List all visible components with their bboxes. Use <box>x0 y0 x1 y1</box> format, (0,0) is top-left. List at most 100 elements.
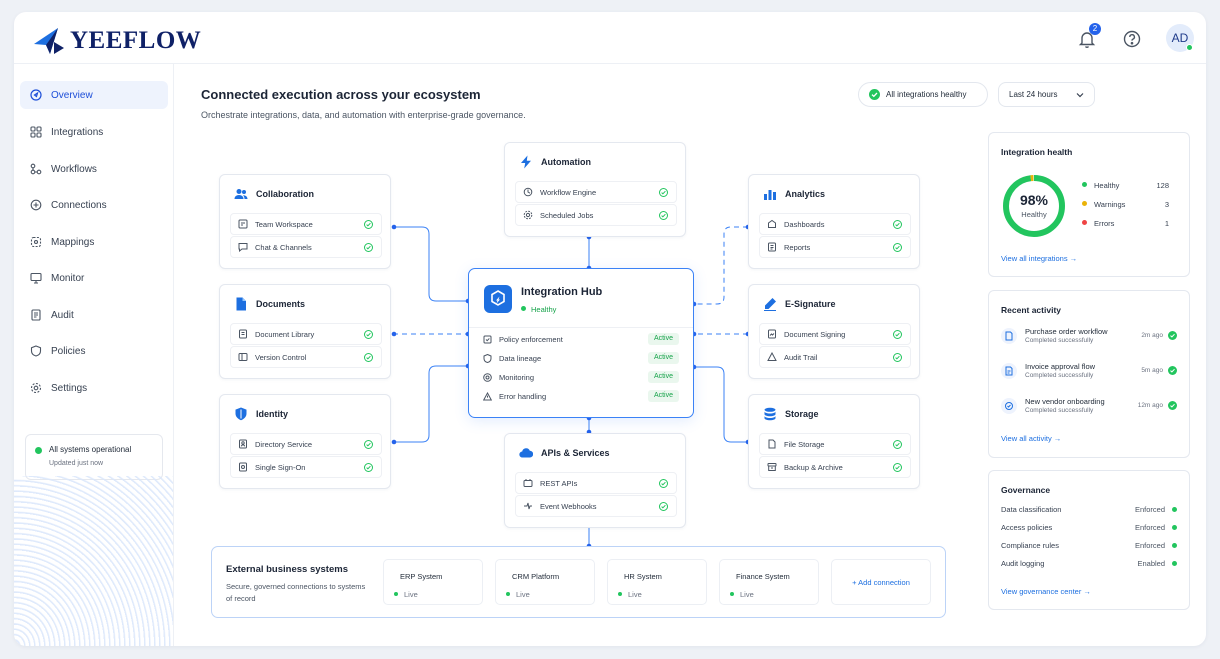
integration-hub-card[interactable]: Integration Hub Healthy Policy enforceme… <box>468 268 694 418</box>
analytics-card[interactable]: Analytics Dashboards Reports <box>748 174 920 269</box>
governance-item: Audit logging Enabled <box>1001 559 1179 568</box>
service-row[interactable]: REST APIs <box>515 472 677 494</box>
policy-icon <box>483 335 492 344</box>
sidebar-item-audit[interactable]: Audit <box>20 301 168 329</box>
identity-card[interactable]: Identity Directory Service Single Sign-O… <box>219 394 391 489</box>
sidebar-item-integrations[interactable]: Integrations <box>20 118 168 146</box>
sidebar-item-label: Overview <box>51 89 93 101</box>
system-card-erp[interactable]: ERP System Live <box>383 559 483 605</box>
row-label: Version Control <box>255 352 307 362</box>
sidebar-item-settings[interactable]: Settings <box>20 374 168 402</box>
add-connection-button[interactable]: + Add connection <box>831 559 931 605</box>
service-row[interactable]: Chat & Channels <box>230 236 382 258</box>
sidebar-item-label: Settings <box>51 382 88 394</box>
check-icon <box>659 479 668 488</box>
service-row[interactable]: Scheduled Jobs <box>515 204 677 226</box>
check-circle-icon <box>1168 331 1177 340</box>
version-icon <box>238 353 248 361</box>
governance-item: Access policies Enforced <box>1001 523 1179 532</box>
audit-trail-icon <box>767 352 777 361</box>
sidebar-item-mappings[interactable]: Mappings <box>20 228 168 256</box>
monitor-icon <box>30 272 42 284</box>
view-governance-center-link[interactable]: View governance center → <box>1001 587 1091 596</box>
automation-card[interactable]: Automation Workflow Engine Scheduled Job… <box>504 142 686 237</box>
time-range-select[interactable]: Last 24 hours <box>998 82 1095 107</box>
card-title: Automation <box>541 157 591 167</box>
warning-icon <box>483 392 492 401</box>
workflows-icon <box>30 163 42 175</box>
system-card-finance[interactable]: Finance System Live <box>719 559 819 605</box>
activity-item[interactable]: Purchase order workflow Completed succes… <box>1001 325 1181 351</box>
help-icon[interactable] <box>1122 29 1142 49</box>
row-label: Directory Service <box>255 439 313 449</box>
governance-value: Enforced <box>1134 505 1165 514</box>
documents-card[interactable]: Documents Document Library Version Contr… <box>219 284 391 379</box>
service-row[interactable]: Reports <box>759 236 911 258</box>
service-row[interactable]: Version Control <box>230 346 382 368</box>
sidebar-item-connections[interactable]: Connections <box>20 191 168 219</box>
view-all-integrations-link[interactable]: View all integrations → <box>1001 254 1077 263</box>
legend-value: 128 <box>1156 181 1169 190</box>
time-range-value: Last 24 hours <box>1009 90 1058 99</box>
sidebar-item-policies[interactable]: Policies <box>20 337 168 365</box>
brand-logo[interactable]: YEEFLOW <box>32 26 201 56</box>
sidebar-item-label: Integrations <box>51 126 104 138</box>
system-card-hr[interactable]: HR System Live <box>607 559 707 605</box>
governance-label: Access policies <box>1001 523 1053 532</box>
check-icon <box>364 440 373 449</box>
sidebar-item-label: Connections <box>51 199 107 211</box>
audit-icon <box>31 309 41 321</box>
activity-status: Completed successfully <box>1025 407 1094 414</box>
health-status-pill[interactable]: All integrations healthy <box>858 82 988 107</box>
governance-label: Compliance rules <box>1001 541 1059 550</box>
service-row[interactable]: File Storage <box>759 433 911 455</box>
service-row[interactable]: Team Workspace <box>230 213 382 235</box>
shield-icon <box>235 407 247 421</box>
service-row[interactable]: Audit Trail <box>759 346 911 368</box>
users-icon <box>234 189 248 199</box>
service-row[interactable]: Document Signing <box>759 323 911 345</box>
sidebar-item-monitor[interactable]: Monitor <box>20 264 168 292</box>
check-icon <box>659 502 668 511</box>
governance-panel: Governance Data classification Enforced … <box>988 470 1190 610</box>
legend-dot <box>1082 182 1087 187</box>
hub-row-label: Error handling <box>499 392 547 401</box>
service-row[interactable]: Single Sign-On <box>230 456 382 478</box>
service-row[interactable]: Event Webhooks <box>515 495 677 517</box>
brand-name: YEEFLOW <box>70 27 202 54</box>
system-card-crm[interactable]: CRM Platform Live <box>495 559 595 605</box>
storage-card[interactable]: Storage File Storage Backup & Archive <box>748 394 920 489</box>
legend-healthy: Healthy 128 <box>1082 181 1169 190</box>
card-title: E-Signature <box>785 299 836 309</box>
panel-title: Governance <box>1001 485 1051 495</box>
hub-capability-row[interactable]: Error handling Active <box>483 388 679 405</box>
bar-chart-icon <box>764 190 776 200</box>
hub-capability-row[interactable]: Monitoring Active <box>483 369 679 386</box>
service-row[interactable]: Document Library <box>230 323 382 345</box>
view-all-activity-link[interactable]: View all activity → <box>1001 434 1061 443</box>
service-row[interactable]: Directory Service <box>230 433 382 455</box>
card-title: APIs & Services <box>541 448 610 458</box>
collaboration-card[interactable]: Collaboration Team Workspace Chat & Chan… <box>219 174 391 269</box>
status-title: All systems operational <box>49 445 132 454</box>
hub-icon <box>491 290 505 306</box>
activity-item[interactable]: Invoice approval flow Completed successf… <box>1001 360 1181 386</box>
service-row[interactable]: Dashboards <box>759 213 911 235</box>
esignature-card[interactable]: E-Signature Document Signing Audit Trail <box>748 284 920 379</box>
hub-capability-row[interactable]: Policy enforcement Active <box>483 331 679 348</box>
hub-row-label: Monitoring <box>499 373 535 382</box>
apis-services-card[interactable]: APIs & Services REST APIs Event Webhooks <box>504 433 686 528</box>
status-subtitle: Updated just now <box>49 460 104 467</box>
hub-capability-row[interactable]: Data lineage Active <box>483 350 679 367</box>
service-row[interactable]: Workflow Engine <box>515 181 677 203</box>
hub-title: Integration Hub <box>521 286 603 298</box>
sidebar-item-overview[interactable]: Overview <box>20 81 168 109</box>
schedule-icon <box>523 210 533 220</box>
card-title: Identity <box>256 409 289 419</box>
sidebar-item-workflows[interactable]: Workflows <box>20 155 168 183</box>
sidebar-item-label: Mappings <box>51 236 95 248</box>
service-row[interactable]: Backup & Archive <box>759 456 911 478</box>
check-icon <box>364 220 373 229</box>
activity-item[interactable]: New vendor onboarding Completed successf… <box>1001 395 1181 421</box>
hub-row-label: Data lineage <box>499 354 542 363</box>
